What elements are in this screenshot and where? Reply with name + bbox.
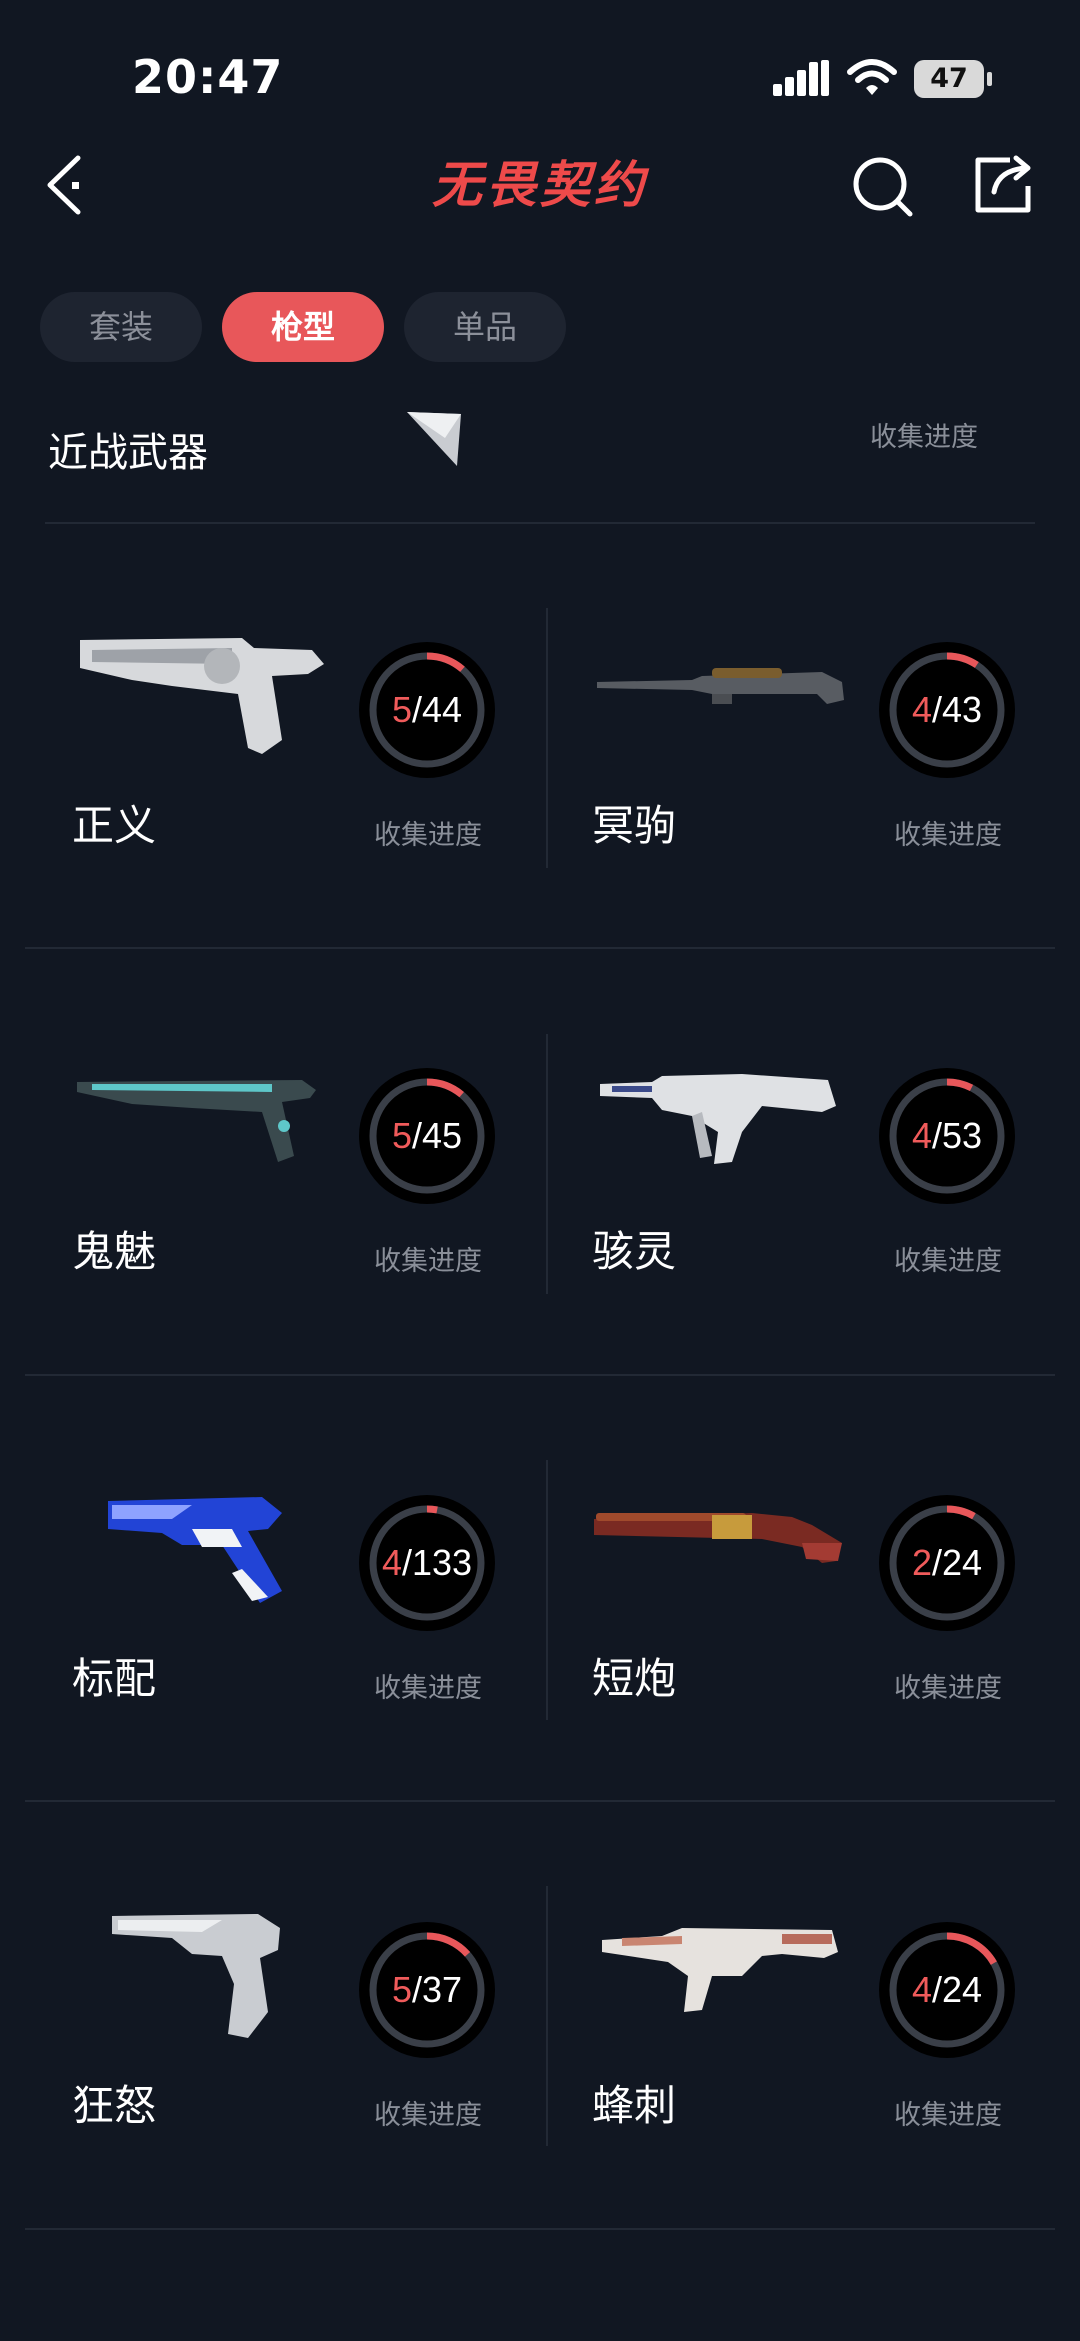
weapon-name: 正义: [72, 801, 157, 850]
weapon-name: 狂怒: [72, 2081, 157, 2130]
column-divider: [546, 608, 548, 868]
divider: [45, 522, 1035, 524]
progress-count: 2/24: [911, 1542, 983, 1583]
search-icon[interactable]: [850, 152, 916, 218]
progress-label: 收集进度: [374, 1246, 482, 1277]
progress-count: 5/44: [391, 689, 463, 730]
weapon-name: 蜂刺: [592, 2081, 677, 2130]
tab-suits[interactable]: 套装: [40, 292, 202, 362]
knife-image: [407, 412, 461, 466]
progress-label: 收集进度: [374, 820, 482, 851]
weapon-image: [112, 1914, 280, 2038]
battery-level: 47: [930, 63, 968, 94]
weapon-name: 冥驹: [592, 801, 677, 850]
divider: [25, 1800, 1055, 1802]
wifi-icon: [847, 59, 897, 95]
progress-label: 收集进度: [374, 2100, 482, 2131]
divider: [25, 947, 1055, 949]
weapon-image: [600, 1074, 836, 1164]
progress-count: 4/24: [911, 1969, 983, 2010]
weapon-image: [594, 1513, 842, 1563]
weapon-card-6[interactable]: 狂怒 5/37 收集进度: [72, 1900, 572, 2200]
divider: [25, 2228, 1055, 2230]
battery-tip: [987, 72, 992, 86]
weapon-card-4[interactable]: 标配 4/133 收集进度: [72, 1473, 572, 1773]
weapon-card-5[interactable]: 短炮 2/24 收集进度: [592, 1473, 1080, 1773]
tab-gun-types[interactable]: 枪型: [222, 292, 384, 362]
weapon-name: 标配: [72, 1654, 157, 1703]
weapon-image: [597, 668, 844, 704]
share-icon[interactable]: [970, 152, 1036, 218]
tab-single-items[interactable]: 单品: [404, 292, 566, 362]
progress-count: 4/43: [911, 689, 983, 730]
weapon-image: [108, 1497, 282, 1603]
weapon-image: [77, 1080, 316, 1162]
column-divider: [546, 1460, 548, 1720]
section-title-melee: 近战武器: [48, 430, 208, 476]
column-divider: [546, 1034, 548, 1294]
progress-count: 4/53: [911, 1115, 983, 1156]
progress-label: 收集进度: [894, 1673, 1002, 1704]
weapon-image: [80, 638, 324, 754]
progress-count: 5/45: [391, 1115, 463, 1156]
progress-count: 5/37: [391, 1969, 463, 2010]
weapon-image: [602, 1928, 838, 2012]
weapon-card-0[interactable]: 正义 5/44 收集进度: [72, 620, 572, 920]
section-progress-label: 收集进度: [870, 422, 978, 453]
cellular-signal-icon: [773, 60, 829, 96]
weapon-name: 鬼魅: [72, 1227, 157, 1276]
status-time: 20:47: [132, 50, 284, 104]
status-bar: 20:47 47: [0, 0, 1080, 140]
battery-icon: 47: [914, 60, 984, 98]
progress-label: 收集进度: [374, 1673, 482, 1704]
progress-label: 收集进度: [894, 820, 1002, 851]
weapon-card-3[interactable]: 骇灵 4/53 收集进度: [592, 1046, 1080, 1346]
page-title: 无畏契约: [432, 156, 648, 214]
weapon-name: 短炮: [592, 1654, 677, 1703]
weapon-card-1[interactable]: 冥驹 4/43 收集进度: [592, 620, 1080, 920]
divider: [25, 1374, 1055, 1376]
weapon-card-7[interactable]: 蜂刺 4/24 收集进度: [592, 1900, 1080, 2200]
back-arrow-icon[interactable]: [40, 150, 90, 220]
progress-count: 4/133: [381, 1542, 473, 1583]
column-divider: [546, 1886, 548, 2146]
weapon-name: 骇灵: [592, 1227, 677, 1276]
progress-label: 收集进度: [894, 2100, 1002, 2131]
weapon-card-2[interactable]: 鬼魅 5/45 收集进度: [72, 1046, 572, 1346]
progress-label: 收集进度: [894, 1246, 1002, 1277]
